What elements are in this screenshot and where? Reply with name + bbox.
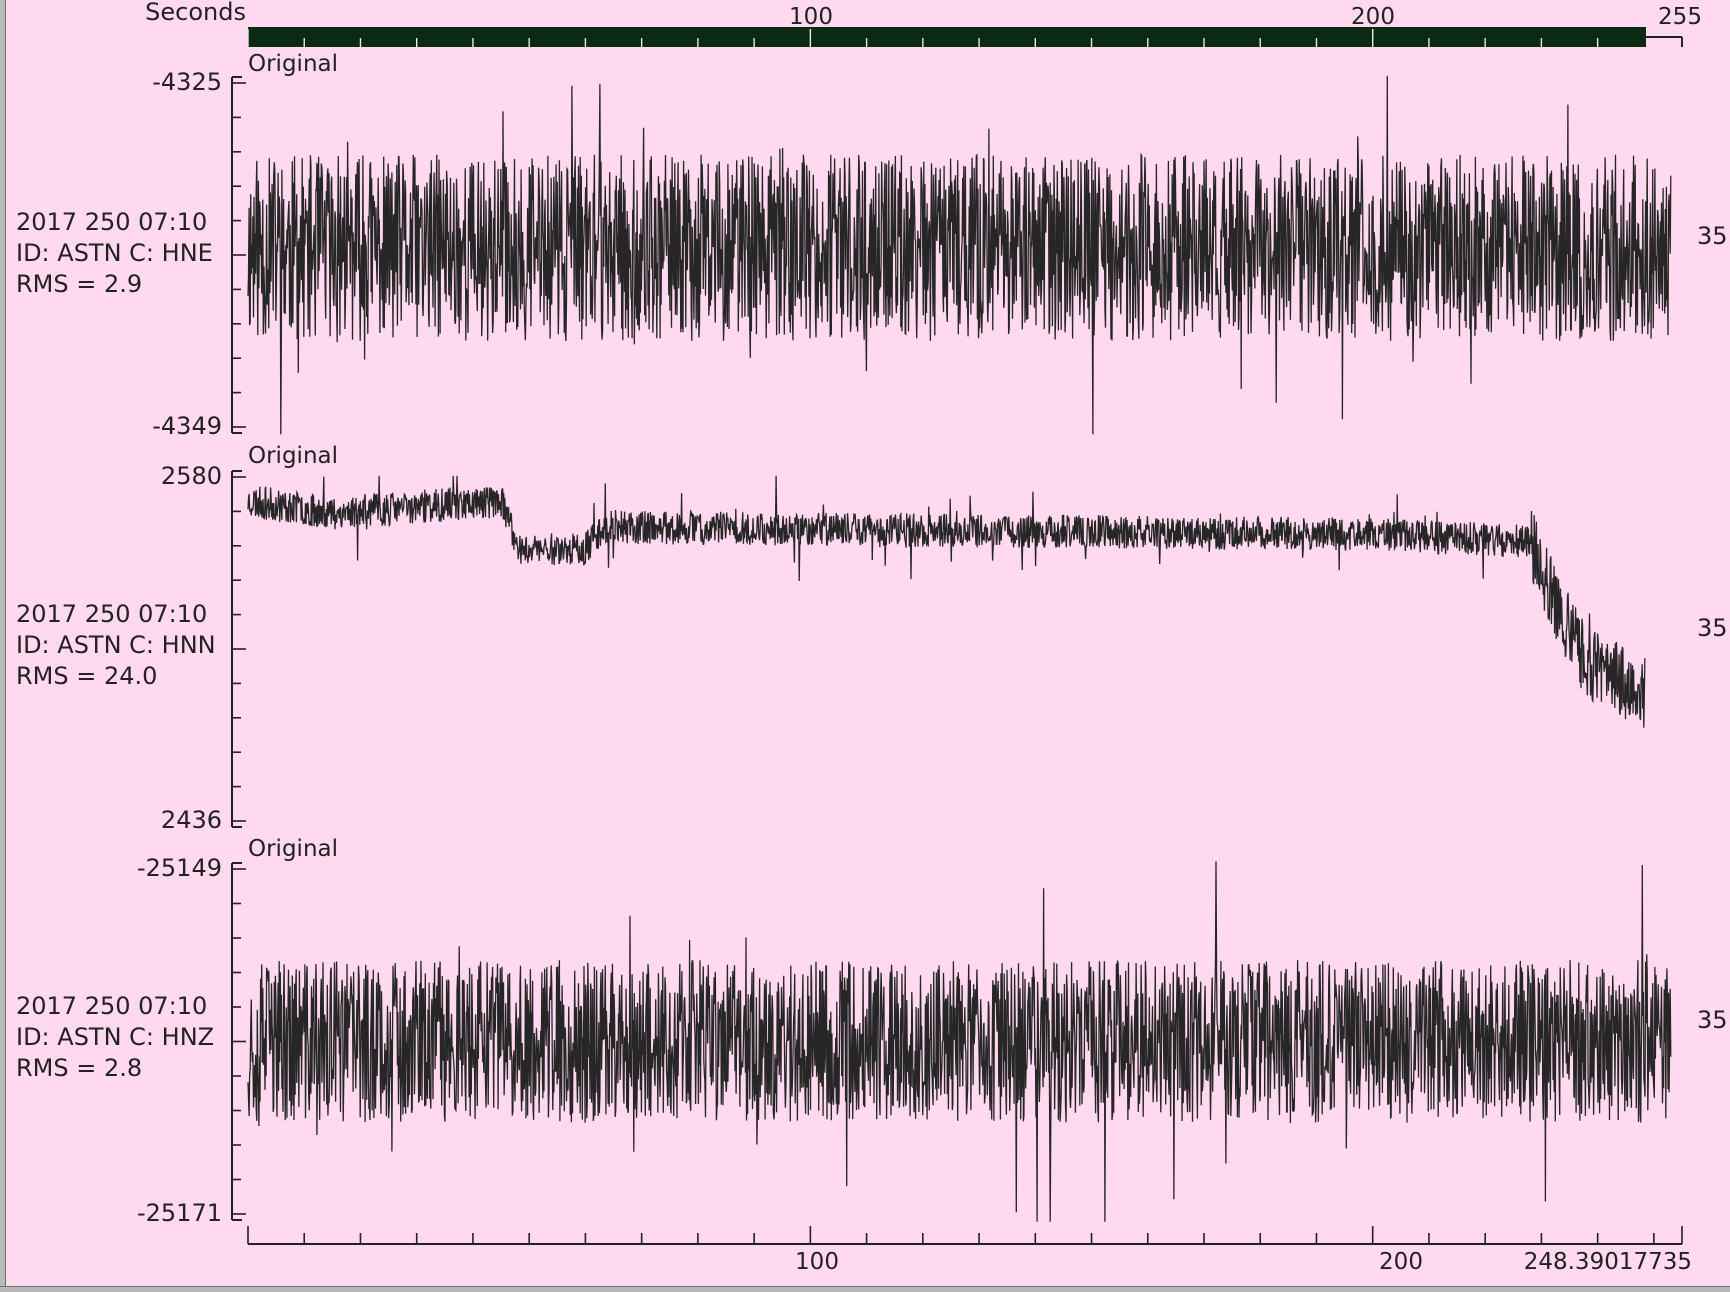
y-max-label: -25149 — [137, 854, 222, 882]
trace-id: ID: ASTN C: HNN — [16, 631, 216, 659]
trace-rms: RMS = 24.0 — [16, 662, 157, 690]
trace-right-value: 35 — [1697, 1006, 1728, 1034]
trace-id: ID: ASTN C: HNZ — [16, 1023, 214, 1051]
panel-title: Original — [248, 51, 338, 77]
waveform-trace — [247, 75, 1672, 435]
trace-date: 2017 250 07:10 — [16, 208, 207, 236]
y-min-label: -25171 — [137, 1199, 222, 1227]
bottom-tick-label-end: 248.39017735 — [1524, 1249, 1692, 1275]
y-max-label: 2580 — [161, 462, 222, 490]
trace-right-value: 35 — [1697, 614, 1728, 642]
trace-date: 2017 250 07:10 — [16, 992, 207, 1020]
trace-right-value: 35 — [1697, 222, 1728, 250]
panel-title: Original — [248, 836, 338, 862]
bottom-tick-label-100: 100 — [795, 1249, 839, 1275]
top-time-axis: Seconds 100 200 255 — [145, 0, 1702, 47]
waveform-trace — [247, 861, 1672, 1222]
y-axis — [231, 470, 246, 828]
trace-rms: RMS = 2.8 — [16, 1054, 142, 1082]
panel-title: Original — [248, 443, 338, 469]
bottom-tick-label-200: 200 — [1379, 1249, 1423, 1275]
y-min-label: 2436 — [161, 806, 222, 834]
top-tick-label-200: 200 — [1351, 4, 1395, 30]
trace-id: ID: ASTN C: HNE — [16, 239, 213, 267]
trace-rms: RMS = 2.9 — [16, 270, 142, 298]
bottom-axis-ticks — [247, 1226, 1683, 1244]
y-min-label: -4349 — [152, 412, 222, 440]
time-scroll-bar[interactable] — [248, 27, 1646, 47]
top-tick-label-255: 255 — [1658, 4, 1702, 30]
seismogram-plot: Seconds 100 200 255 Original -4325 -4349… — [16, 0, 1728, 1275]
y-axis — [231, 76, 246, 434]
top-tick-label-100: 100 — [789, 4, 833, 30]
bottom-time-axis: 100 200 248.39017735 — [247, 1226, 1692, 1275]
y-max-label: -4325 — [152, 68, 222, 96]
waveform-trace — [247, 475, 1646, 728]
trace-panel-hnz[interactable]: Original -25149 -25171 2017 250 07:10 ID… — [16, 836, 1728, 1227]
trace-date: 2017 250 07:10 — [16, 600, 207, 628]
y-axis — [231, 862, 246, 1221]
x-axis-label: Seconds — [145, 0, 246, 26]
trace-panel-hne[interactable]: Original -4325 -4349 2017 250 07:10 ID: … — [16, 51, 1728, 440]
trace-panel-hnn[interactable]: Original 2580 2436 2017 250 07:10 ID: AS… — [16, 443, 1728, 834]
